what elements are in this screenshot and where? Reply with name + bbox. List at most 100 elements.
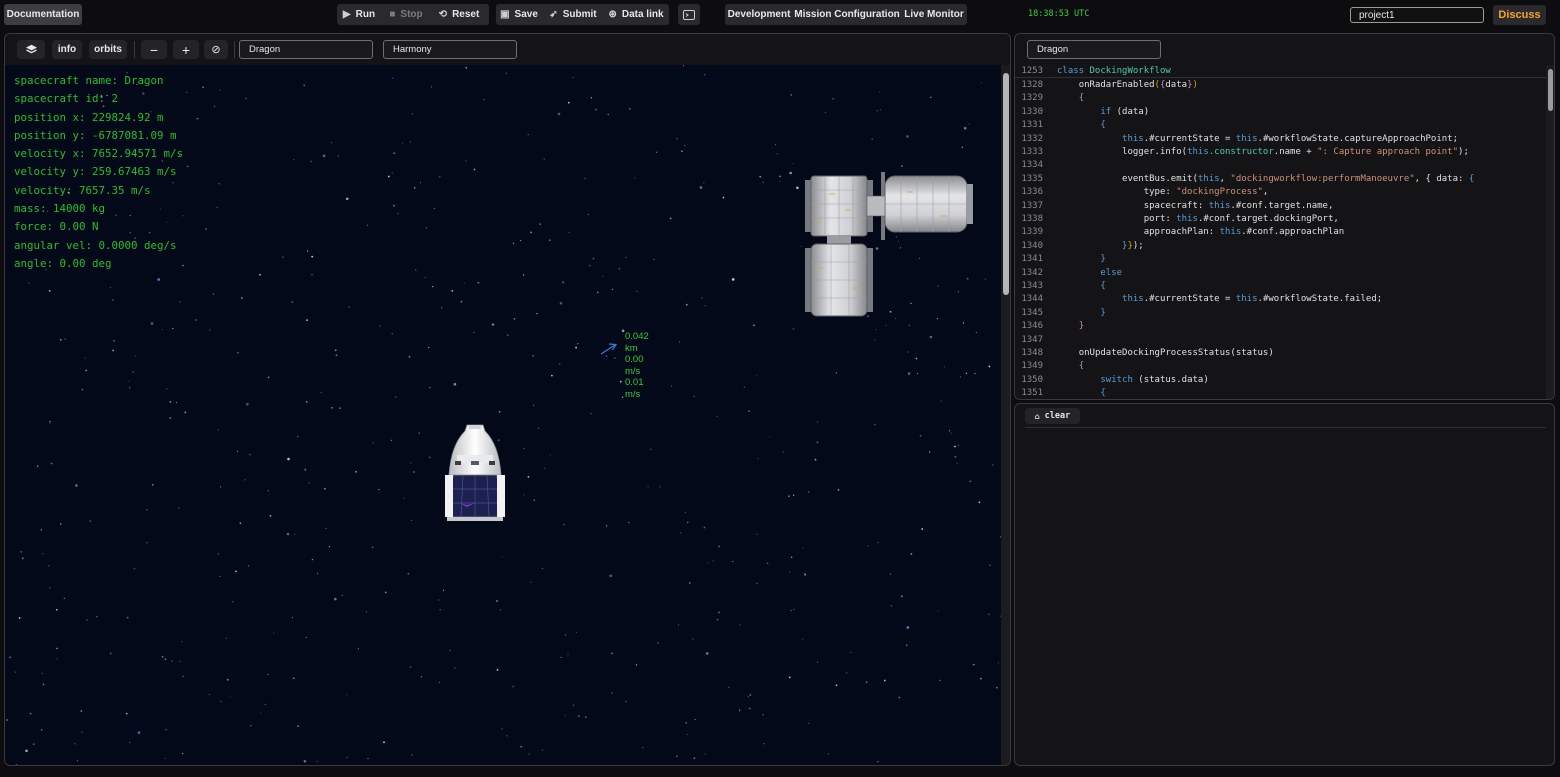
star	[530, 581, 532, 583]
code-line[interactable]: 1329 {	[1015, 92, 1546, 105]
code-line[interactable]: 1334	[1015, 159, 1546, 172]
star	[303, 84, 306, 87]
code-line[interactable]: 1351 {	[1015, 387, 1546, 399]
star	[182, 753, 184, 755]
space-station[interactable]	[801, 172, 976, 322]
star	[743, 386, 745, 388]
star	[846, 672, 848, 674]
star	[816, 421, 819, 423]
code-line[interactable]: 1350 switch (status.data)	[1015, 374, 1546, 387]
star	[739, 624, 741, 626]
code-line[interactable]: 1345 }	[1015, 307, 1546, 320]
star	[229, 696, 231, 698]
star	[129, 741, 131, 744]
code-line[interactable]: 1328 onRadarEnabled({data})	[1015, 79, 1546, 92]
stop-icon: ■	[389, 9, 396, 20]
stop-button[interactable]: ■ Stop	[386, 4, 426, 25]
code-line[interactable]: 1331 {	[1015, 119, 1546, 132]
code-line[interactable]: 1337 spacecraft: this.#conf.target.name,	[1015, 200, 1546, 213]
star	[449, 649, 451, 652]
star	[55, 608, 58, 611]
star	[557, 112, 561, 116]
star	[113, 339, 115, 342]
star	[217, 553, 219, 555]
zoom-in-button[interactable]: +	[173, 40, 199, 59]
code-line[interactable]: 1342 else	[1015, 267, 1546, 280]
code-line[interactable]: 1340 }});	[1015, 240, 1546, 253]
code-line[interactable]: 1333 logger.info(this.constructor.name +…	[1015, 146, 1546, 159]
project-input[interactable]	[1350, 7, 1484, 23]
star	[539, 223, 542, 226]
star	[978, 501, 981, 504]
code-editor[interactable]: 1253 class DockingWorkflow 1328 onRadarEn…	[1015, 65, 1546, 399]
tab-live-monitor[interactable]: Live Monitor	[903, 4, 965, 25]
reset-button[interactable]: ⟲ Reset	[436, 4, 482, 25]
code-line[interactable]: 1348 onUpdateDockingProcessStatus(status…	[1015, 347, 1546, 360]
reset-view-button[interactable]: ⊘	[204, 40, 228, 59]
space-canvas[interactable]: spacecraft name: Dragon spacecraft id: 2…	[5, 65, 1001, 765]
star	[291, 616, 294, 619]
star	[311, 255, 314, 258]
layers-button[interactable]	[17, 40, 45, 59]
clear-console-button[interactable]: ⌂ clear	[1025, 408, 1080, 424]
sticky-scroll-line[interactable]: 1253 class DockingWorkflow	[1015, 65, 1546, 79]
discuss-button[interactable]: Discuss	[1493, 5, 1546, 25]
star	[237, 351, 239, 354]
star	[50, 462, 53, 465]
sim-scrollbar[interactable]	[1001, 65, 1010, 765]
terminal-icon	[683, 9, 695, 20]
code-scrollbar-thumb[interactable]	[1548, 69, 1553, 111]
dragon-capsule[interactable]	[443, 423, 507, 523]
code-line[interactable]: 1341 }	[1015, 253, 1546, 266]
submit-button[interactable]: ➶ Submit	[548, 4, 598, 25]
star	[538, 427, 540, 429]
documentation-button[interactable]: Documentation	[4, 4, 82, 25]
run-button[interactable]: ▶ Run	[340, 4, 378, 25]
tab-mission-configuration[interactable]: Mission Configuration	[794, 4, 900, 25]
code-line[interactable]: 1349 {	[1015, 360, 1546, 373]
target-select[interactable]	[383, 40, 517, 59]
code-line[interactable]: 1332 this.#currentState = this.#workflow…	[1015, 133, 1546, 146]
toolbar-divider	[134, 41, 135, 58]
rocket-icon: ➶	[549, 9, 558, 20]
orbits-button[interactable]: orbits	[89, 40, 127, 59]
star	[703, 526, 706, 529]
code-line[interactable]: 1346 }	[1015, 320, 1546, 333]
zoom-out-button[interactable]: −	[141, 40, 167, 59]
star	[6, 719, 8, 721]
star	[622, 396, 624, 398]
code-line[interactable]: 1338 port: this.#conf.target.dockingPort…	[1015, 213, 1546, 226]
code-line[interactable]: 1344 this.#currentState = this.#workflow…	[1015, 293, 1546, 306]
code-line[interactable]: 1347	[1015, 334, 1546, 347]
star	[883, 679, 886, 682]
star	[128, 380, 130, 382]
code-line[interactable]: 1335 eventBus.emit(this, "dockingworkflo…	[1015, 173, 1546, 186]
code-scrollbar[interactable]	[1546, 65, 1554, 399]
star	[572, 76, 574, 78]
star	[41, 672, 43, 674]
code-line[interactable]: 1330 if (data)	[1015, 106, 1546, 119]
star	[465, 160, 467, 162]
tab-development[interactable]: Development	[728, 4, 791, 25]
sim-scrollbar-thumb[interactable]	[1003, 73, 1009, 295]
code-line[interactable]: 1343 {	[1015, 280, 1546, 293]
play-icon: ▶	[342, 9, 351, 20]
info-button[interactable]: info	[52, 40, 82, 59]
save-button[interactable]: ▣ Save	[498, 4, 540, 25]
star	[409, 666, 412, 668]
spacecraft-select[interactable]	[239, 40, 373, 59]
code-line[interactable]: 1336 type: "dockingProcess",	[1015, 186, 1546, 199]
star	[150, 322, 154, 325]
layers-icon	[25, 44, 37, 54]
code-line[interactable]: 1339 approachPlan: this.#conf.approachPl…	[1015, 226, 1546, 239]
star	[453, 383, 457, 386]
data-link-button[interactable]: ⊛ Data link	[607, 4, 665, 25]
star	[186, 91, 188, 93]
star	[316, 572, 319, 575]
star	[885, 324, 887, 326]
star	[577, 343, 579, 345]
star	[169, 401, 172, 403]
code-spacecraft-select[interactable]	[1027, 40, 1161, 59]
star	[128, 386, 131, 389]
terminal-button[interactable]	[678, 4, 700, 25]
